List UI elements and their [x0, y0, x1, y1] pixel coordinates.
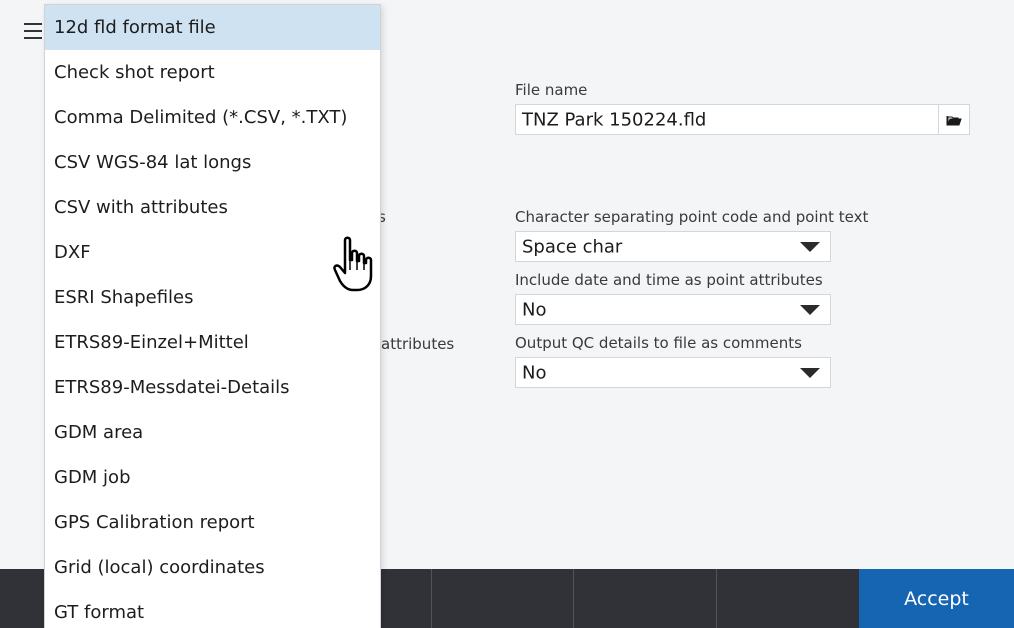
- date-time-value: No: [522, 299, 547, 320]
- dropdown-option[interactable]: ESRI Shapefiles: [45, 275, 380, 320]
- qc-value: No: [522, 362, 547, 383]
- dropdown-option[interactable]: DXF: [45, 230, 380, 275]
- dropdown-option[interactable]: 12d fld format file: [45, 5, 380, 50]
- chevron-down-icon: [800, 367, 820, 378]
- divider: [431, 569, 432, 628]
- qc-select[interactable]: No: [515, 357, 831, 388]
- file-format-dropdown-list[interactable]: 12d fld format file Check shot report Comm…: [44, 4, 381, 628]
- export-screen: s attributes File name TNZ Park 150224.f…: [0, 0, 1014, 628]
- file-name-label: File name: [515, 81, 588, 99]
- dropdown-option[interactable]: GT format: [45, 590, 380, 628]
- file-name-field[interactable]: TNZ Park 150224.fld: [515, 104, 939, 135]
- divider: [573, 569, 574, 628]
- accept-button[interactable]: Accept: [859, 569, 1014, 628]
- dropdown-option[interactable]: ETRS89-Einzel+Mittel: [45, 320, 380, 365]
- dropdown-option[interactable]: GDM job: [45, 455, 380, 500]
- date-time-label: Include date and time as point attribute…: [515, 271, 823, 289]
- dropdown-option[interactable]: CSV WGS-84 lat longs: [45, 140, 380, 185]
- chevron-down-icon: [800, 241, 820, 252]
- separator-value: Space char: [522, 236, 623, 257]
- browse-folder-button[interactable]: [938, 104, 970, 135]
- chevron-down-icon: [800, 304, 820, 315]
- dropdown-option[interactable]: CSV with attributes: [45, 185, 380, 230]
- qc-label: Output QC details to file as comments: [515, 334, 802, 352]
- folder-open-icon: [946, 116, 962, 126]
- dropdown-option[interactable]: GPS Calibration report: [45, 500, 380, 545]
- dropdown-option[interactable]: GDM area: [45, 410, 380, 455]
- file-name-value: TNZ Park 150224.fld: [522, 109, 707, 130]
- separator-select[interactable]: Space char: [515, 231, 831, 262]
- partial-label: attributes: [381, 335, 455, 353]
- hand-pointer-icon: [333, 236, 373, 292]
- hamburger-menu-icon[interactable]: [22, 20, 44, 42]
- separator-label: Character separating point code and poin…: [515, 208, 869, 226]
- divider: [716, 569, 717, 628]
- dropdown-option[interactable]: Check shot report: [45, 50, 380, 95]
- date-time-select[interactable]: No: [515, 294, 831, 325]
- dropdown-option[interactable]: ETRS89-Messdatei-Details: [45, 365, 380, 410]
- dropdown-option[interactable]: Comma Delimited (*.CSV, *.TXT): [45, 95, 380, 140]
- dropdown-option[interactable]: Grid (local) coordinates: [45, 545, 380, 590]
